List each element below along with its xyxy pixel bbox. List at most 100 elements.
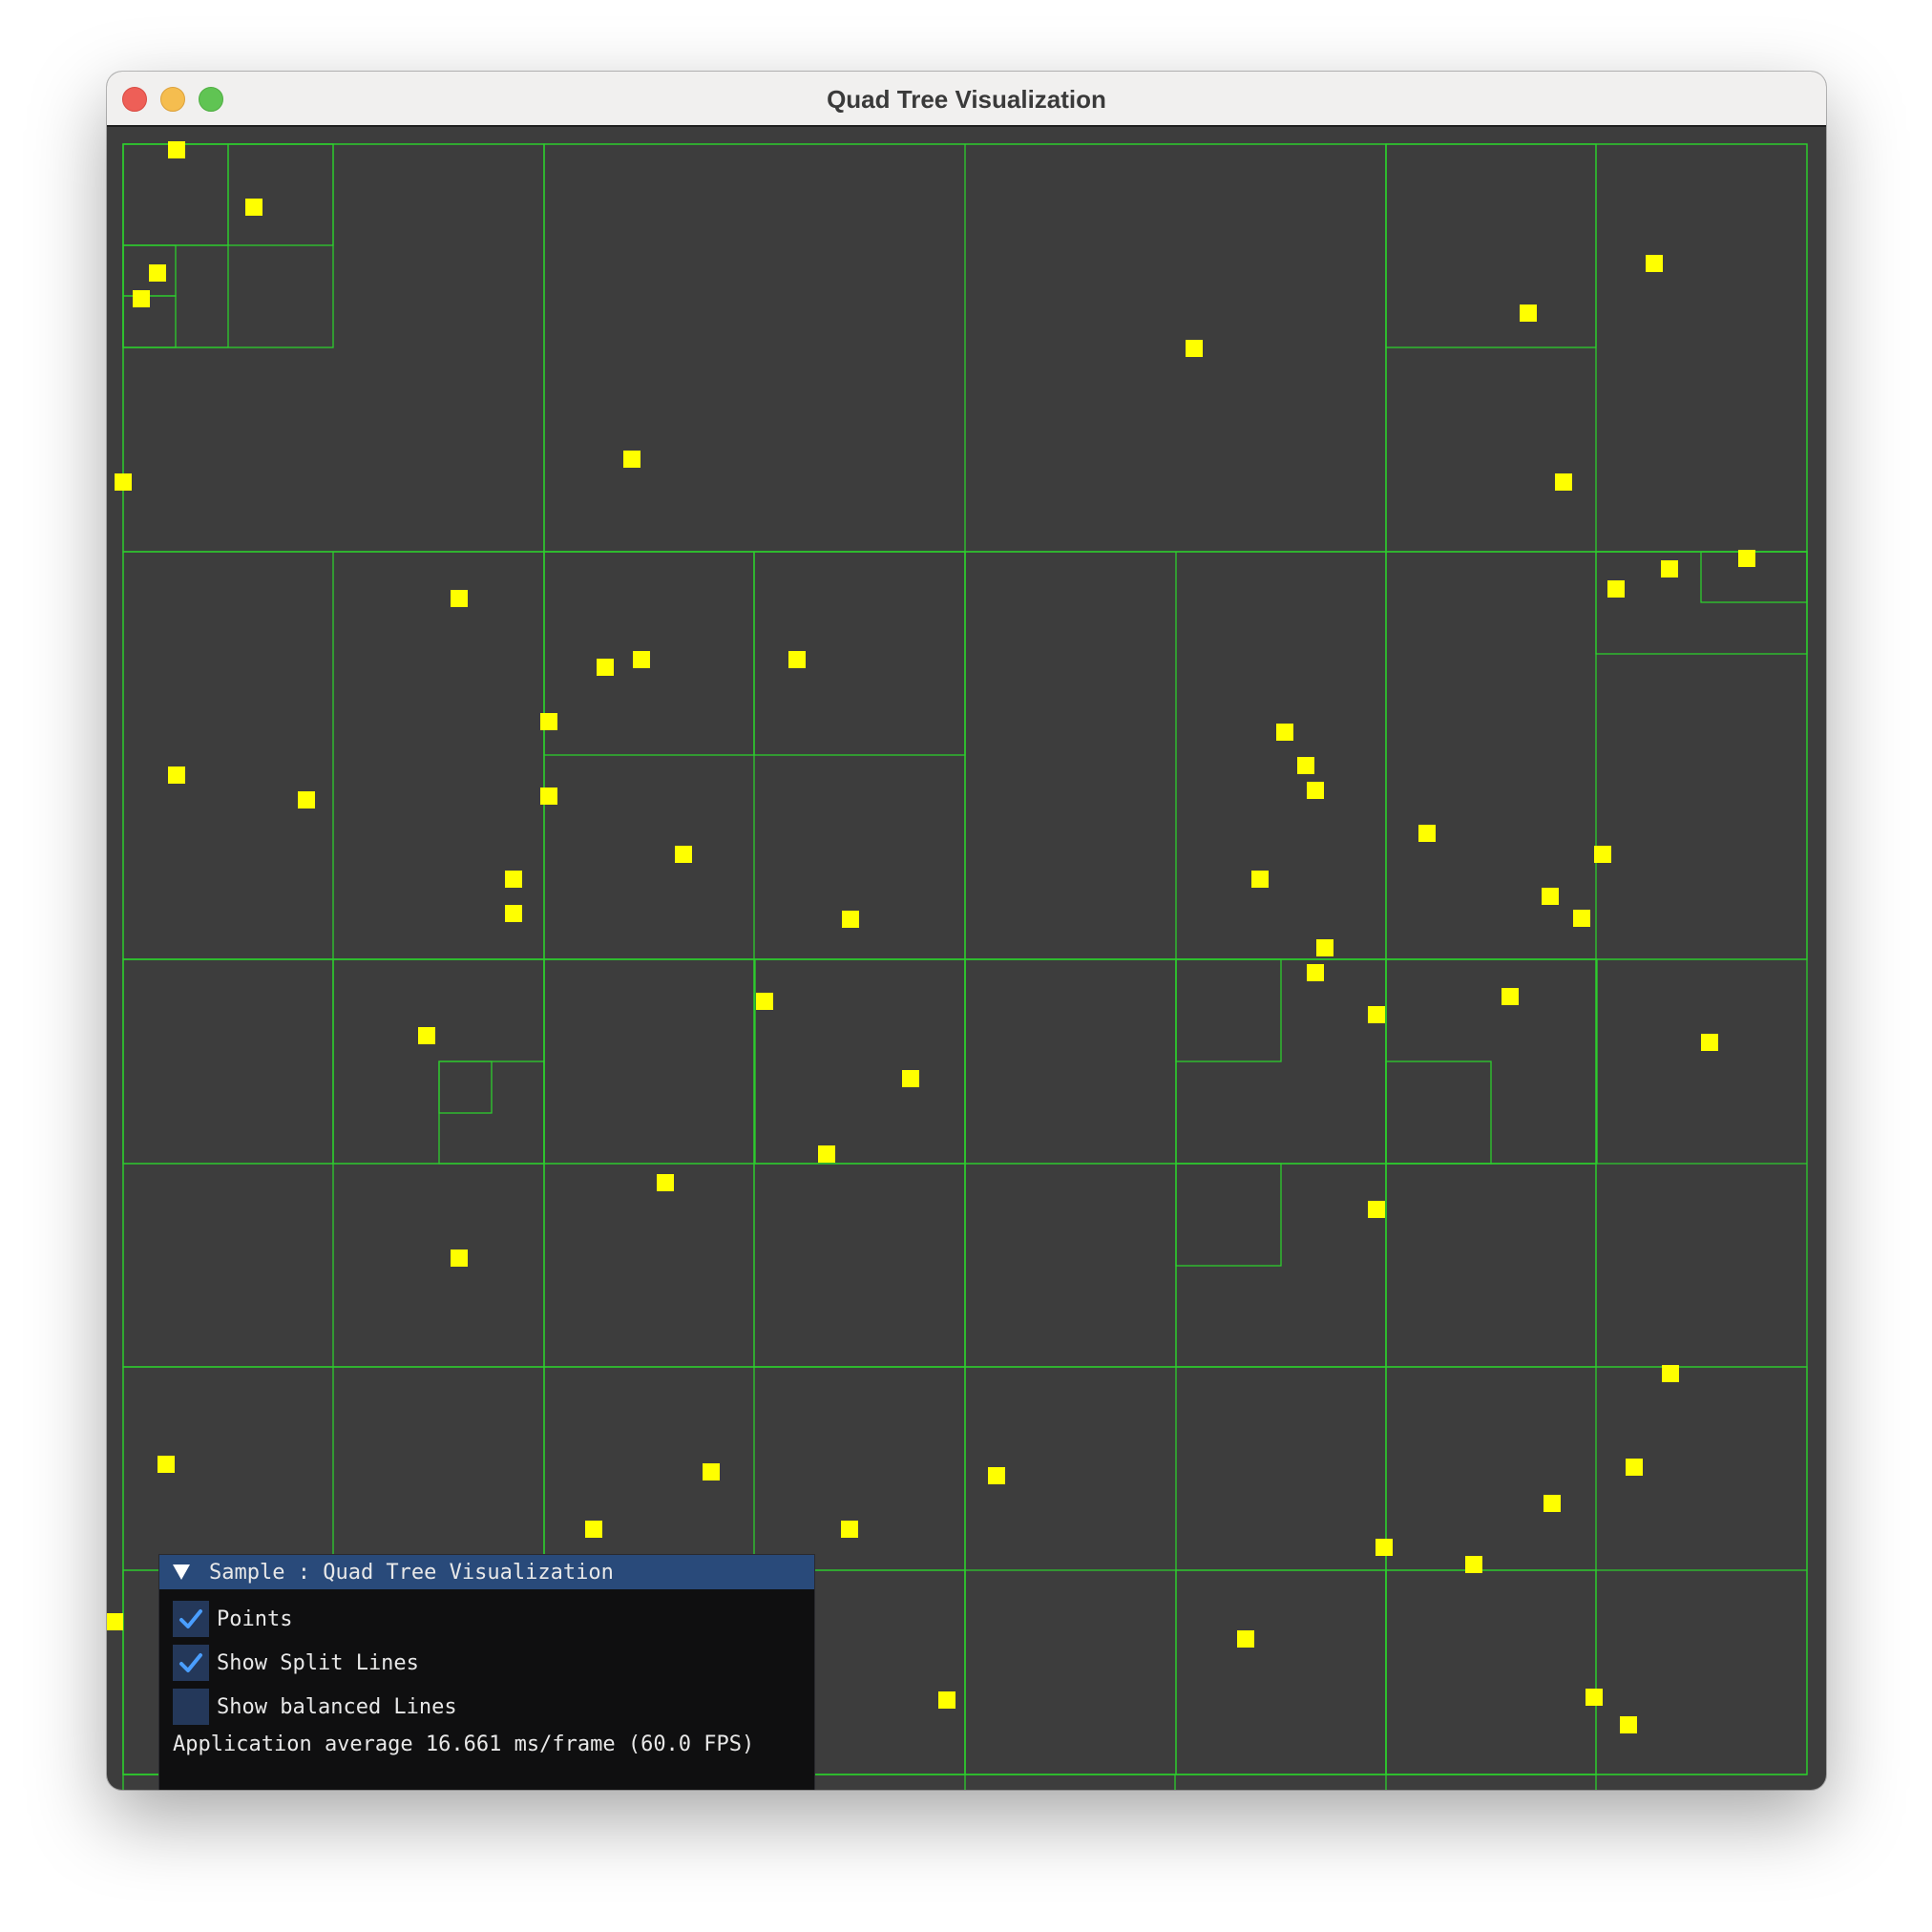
quadtree-point <box>1237 1630 1254 1648</box>
quadtree-point <box>149 264 166 282</box>
quadtree-cell <box>753 551 966 756</box>
quadtree-point <box>623 451 640 468</box>
quadtree-point <box>818 1145 835 1163</box>
quadtree-point <box>1316 939 1334 956</box>
quadtree-drawing <box>107 141 1808 1790</box>
quadtree-cell <box>1385 1163 1597 1368</box>
quadtree-cell <box>1175 1569 1387 1775</box>
quadtree-point <box>505 871 522 888</box>
quadtree-point <box>1738 550 1755 567</box>
quadtree-point <box>675 846 692 863</box>
quadtree-point <box>540 788 557 805</box>
quadtree-point <box>1368 1201 1385 1218</box>
quadtree-point <box>245 199 262 216</box>
quadtree-cell <box>543 958 756 1165</box>
show-balanced-lines-checkbox[interactable] <box>173 1689 209 1725</box>
quadtree-point <box>451 590 468 607</box>
panel-title: Sample : Quad Tree Visualization <box>209 1560 614 1585</box>
quadtree-cell <box>227 143 334 246</box>
checkmark-icon <box>179 1609 202 1628</box>
quadtree-cell <box>1385 143 1597 348</box>
quadtree-point <box>1297 757 1314 774</box>
quadtree-point <box>1307 964 1324 981</box>
checkmark-icon <box>179 1653 202 1672</box>
quadtree-point <box>1555 473 1572 491</box>
quadtree-point <box>298 791 315 808</box>
quadtree-point <box>1544 1495 1561 1512</box>
quadtree-cell <box>438 1060 493 1114</box>
app-window: Quad Tree Visualization Sample : Quad Tr… <box>107 72 1826 1790</box>
quadtree-point <box>107 1613 123 1630</box>
quadtree-cell <box>1175 958 1282 1062</box>
quadtree-point <box>1465 1556 1482 1573</box>
quadtree-point <box>1276 724 1293 741</box>
quadtree-point <box>1307 782 1324 799</box>
window-title: Quad Tree Visualization <box>827 85 1106 114</box>
panel-header[interactable]: Sample : Quad Tree Visualization <box>159 1555 814 1589</box>
quadtree-cell <box>122 143 229 246</box>
quadtree-point <box>1418 825 1436 842</box>
quadtree-cell <box>122 958 334 1165</box>
quadtree-cell <box>1385 1774 1597 1790</box>
quadtree-point <box>1251 871 1269 888</box>
points-checkbox[interactable] <box>173 1601 209 1637</box>
option-show-split-lines[interactable]: Show Split Lines <box>159 1641 814 1685</box>
quadtree-point <box>1368 1006 1385 1023</box>
quadtree-point <box>505 905 522 922</box>
quadtree-cell <box>753 1163 966 1368</box>
quadtree-canvas[interactable] <box>107 127 1826 1790</box>
quadtree-point <box>1573 910 1590 927</box>
quadtree-point <box>841 1521 858 1538</box>
quadtree-cell <box>1175 1163 1282 1267</box>
quadtree-point <box>451 1250 468 1267</box>
quadtree-cell <box>1385 1060 1492 1165</box>
quadtree-cell <box>964 958 1177 1165</box>
show-split-lines-label: Show Split Lines <box>217 1650 419 1675</box>
quadtree-point <box>633 651 650 668</box>
quadtree-point <box>1586 1689 1603 1706</box>
quadtree-point <box>1607 580 1625 598</box>
quadtree-point <box>1594 846 1611 863</box>
quadtree-point <box>988 1467 1005 1484</box>
quadtree-point <box>938 1691 956 1709</box>
quadtree-point <box>1662 1365 1679 1382</box>
quadtree-cell <box>1385 1569 1597 1775</box>
quadtree-point <box>756 993 773 1010</box>
quadtree-point <box>1701 1034 1718 1051</box>
quadtree-point <box>703 1463 720 1480</box>
quadtree-point <box>597 659 614 676</box>
quadtree-point <box>1620 1716 1637 1733</box>
quadtree-point <box>1186 340 1203 357</box>
show-split-lines-checkbox[interactable] <box>173 1645 209 1681</box>
quadtree-point <box>1376 1539 1393 1556</box>
quadtree-point <box>158 1456 175 1473</box>
frame-stats: Application average 16.661 ms/frame (60.… <box>173 1732 755 1756</box>
quadtree-point <box>168 141 185 158</box>
show-balanced-lines-label: Show balanced Lines <box>217 1694 457 1719</box>
quadtree-point <box>115 473 132 491</box>
option-points[interactable]: Points <box>159 1597 814 1641</box>
quadtree-point <box>133 290 150 307</box>
quadtree-point <box>168 766 185 784</box>
quadtree-point <box>657 1174 674 1191</box>
quadtree-point <box>1502 988 1519 1005</box>
quadtree-cell <box>964 1774 1176 1790</box>
quadtree-point <box>418 1027 435 1044</box>
quadtree-cell <box>753 958 966 1165</box>
settings-panel: Sample : Quad Tree Visualization Points … <box>158 1554 815 1790</box>
split-lines <box>122 143 1808 1790</box>
quadtree-point <box>1520 304 1537 322</box>
points-label: Points <box>217 1606 293 1631</box>
quadtree-point <box>540 713 557 730</box>
collapse-arrow-icon[interactable] <box>173 1564 190 1580</box>
quadtree-point <box>902 1070 919 1087</box>
option-show-balanced-lines[interactable]: Show balanced Lines <box>159 1685 814 1729</box>
quadtree-point <box>788 651 806 668</box>
quadtree-point <box>1661 560 1678 578</box>
quadtree-point <box>1626 1459 1643 1476</box>
points <box>107 141 1755 1733</box>
quadtree-point <box>1646 255 1663 272</box>
title-bar[interactable]: Quad Tree Visualization <box>107 72 1826 127</box>
quadtree-point <box>842 911 859 928</box>
quadtree-point <box>585 1521 602 1538</box>
